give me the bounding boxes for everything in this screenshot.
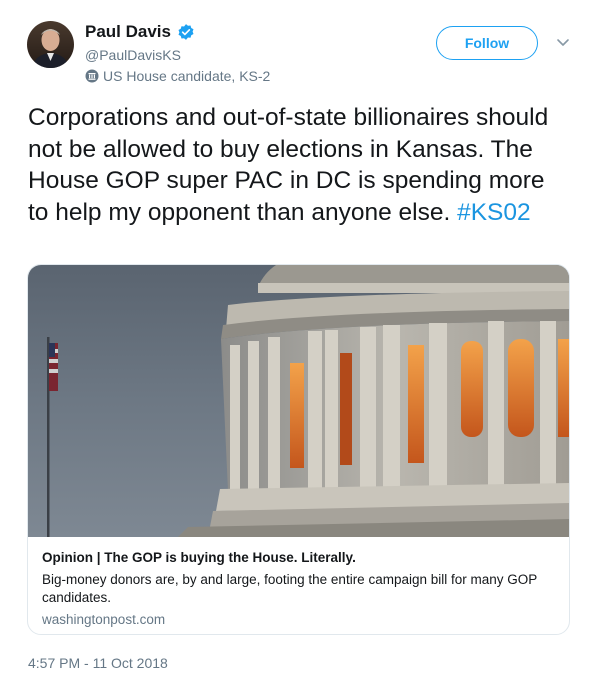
card-description: Big-money donors are, by and large, foot… (42, 572, 538, 605)
name-row: Paul Davis (85, 22, 195, 42)
tweet: Paul Davis @PaulDavisKS US House candida… (0, 0, 600, 675)
display-name[interactable]: Paul Davis (85, 22, 171, 42)
account-label: US House candidate, KS-2 (85, 68, 270, 84)
government-building-icon (85, 69, 99, 83)
tweet-timestamp[interactable]: 4:57 PM - 11 Oct 2018 (28, 655, 168, 671)
card-title[interactable]: Opinion | The GOP is buying the House. L… (42, 550, 356, 565)
avatar[interactable] (27, 21, 74, 68)
tweet-text: Corporations and out-of-state billionair… (28, 102, 568, 228)
hashtag-link[interactable]: #KS02 (457, 199, 531, 226)
user-handle[interactable]: @PaulDavisKS (85, 47, 181, 63)
card-image (28, 265, 569, 537)
chevron-down-icon[interactable] (556, 37, 570, 49)
verified-badge-icon (178, 24, 194, 40)
card-domain: washingtonpost.com (42, 612, 166, 627)
follow-button[interactable]: Follow (436, 26, 538, 60)
account-label-text: US House candidate, KS-2 (103, 68, 271, 84)
link-card[interactable]: Opinion | The GOP is buying the House. L… (27, 264, 570, 635)
